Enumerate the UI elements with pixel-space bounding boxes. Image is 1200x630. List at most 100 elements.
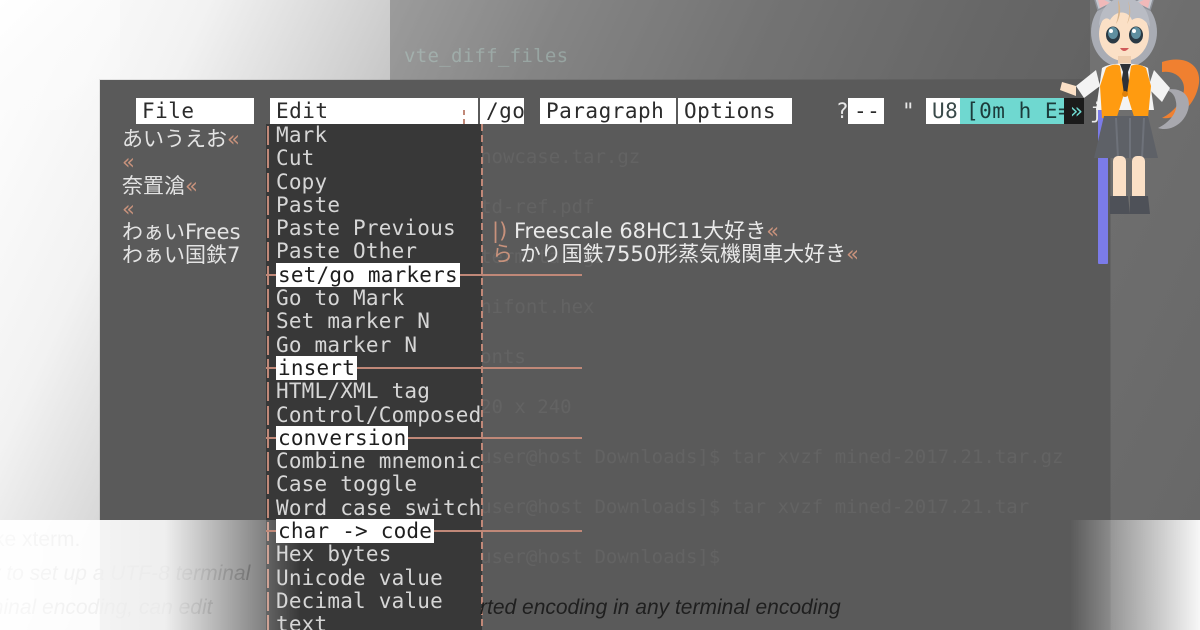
- menu-item-set-go-markers[interactable]: set/go markers: [266, 262, 582, 287]
- dropdown-right-rail: [481, 124, 483, 630]
- paragraph-mark: «: [185, 174, 198, 198]
- menu-item-combine-mnemonic[interactable]: Combine mnemonic: [266, 450, 482, 473]
- paragraph-mark: «: [846, 242, 859, 267]
- bg-line: unifont.hex: [468, 296, 595, 318]
- menu-item-rail-tick: [267, 335, 269, 355]
- menu-item-paste-other[interactable]: Paste Other: [266, 240, 482, 263]
- menu-item-rail-tick: [267, 405, 269, 425]
- menu-item-case-toggle[interactable]: Case toggle: [266, 473, 482, 496]
- left-row-text: わぁいFrees: [122, 221, 241, 245]
- menu-item-rail-tick: [267, 242, 269, 262]
- right-row: |) Freescale 68HC11大好き«: [492, 219, 1052, 243]
- menu-item-rail-tick: [267, 382, 269, 402]
- bg-term-line: vte_diff_files: [404, 45, 569, 67]
- right-row: ら かり国鉄7550形蒸気機関車大好き«: [492, 243, 1052, 266]
- menu-item-html-xml-tag[interactable]: HTML/XML tag: [266, 380, 482, 403]
- menu-item-label: Go marker N: [276, 332, 418, 357]
- bg-line: showcase.tar.gz: [468, 146, 641, 168]
- menu-item-char-code[interactable]: char -> code: [266, 519, 582, 544]
- menu-item-rail-tick: [267, 615, 269, 630]
- menu-item-rail-tick: [267, 498, 269, 518]
- menu-item-label: Decimal value: [276, 588, 443, 613]
- menu-item-insert[interactable]: insert: [266, 355, 582, 380]
- menu-item-rail-tick: [267, 126, 269, 145]
- menu-item-rail-tick: [267, 312, 269, 332]
- menu-item-go-marker-n[interactable]: Go marker N: [266, 332, 482, 357]
- left-row: わぁいFrees: [122, 221, 282, 244]
- menu-item-label: text: [276, 612, 328, 630]
- menu-file[interactable]: File: [136, 98, 254, 124]
- right-row-text: かり国鉄7550形蒸気機関車大好き: [519, 242, 847, 267]
- menu-item-rail-tick: [267, 172, 269, 192]
- bg-line: [user@host Downloads]$: [468, 546, 721, 568]
- menu-edit[interactable]: Edit: [270, 98, 478, 124]
- right-row-text: Freescale 68HC11大好き: [513, 219, 767, 243]
- menu-item-copy[interactable]: Copy: [266, 169, 482, 194]
- menu-item-mark[interactable]: Mark: [266, 123, 482, 147]
- row-prefix: ら: [492, 242, 513, 267]
- menu-item-unicode-value[interactable]: Unicode value: [266, 565, 482, 590]
- left-row-text: わぁい国鉄7: [122, 244, 241, 268]
- menu-dashes[interactable]: --: [848, 98, 884, 124]
- menu-item-label: set/go markers: [276, 262, 460, 287]
- menu-paragraph[interactable]: Paragraph: [540, 98, 676, 124]
- left-row-text: あいうえお: [122, 128, 227, 151]
- menu-item-label: Go to Mark: [276, 286, 405, 311]
- left-row: «: [122, 198, 282, 221]
- left-row-text: 奈置滄: [122, 174, 185, 198]
- edit-dropdown-menu[interactable]: Mark Cut Copy Paste Paste Previous Paste Othe…: [266, 123, 582, 630]
- menu-options[interactable]: Options: [678, 98, 792, 124]
- menu-item-rail-tick: [267, 452, 269, 472]
- menu-search-go[interactable]: /go: [480, 98, 525, 124]
- menu-item-label: Paste Previous: [276, 216, 456, 241]
- left-row: «: [122, 151, 282, 174]
- menu-item-label: Hex bytes: [276, 542, 392, 567]
- left-row: わぁい国鉄7: [122, 244, 282, 267]
- menu-item-paste[interactable]: Paste: [266, 192, 482, 217]
- bg-line: 320 x 240: [468, 396, 572, 418]
- bg-line: [user@host Downloads]$ tar xvzf mined-20…: [468, 446, 1064, 468]
- menu-item-rail-tick: [267, 219, 269, 239]
- left-row: あいうえお«: [122, 128, 282, 151]
- menu-item-hex-bytes[interactable]: Hex bytes: [266, 543, 482, 566]
- menu-item-control-composed[interactable]: Control/Composed: [266, 403, 482, 427]
- menu-item-text[interactable]: text: [266, 613, 482, 630]
- bg-line: std-ref.pdf: [468, 196, 595, 218]
- paragraph-mark: «: [122, 151, 135, 175]
- menu-item-rail-tick: [267, 568, 269, 588]
- bg-line: [user@host Downloads]$ tar xvzf mined-20…: [468, 496, 1030, 518]
- row-prefix: |): [492, 219, 508, 243]
- menu-item-label: insert: [276, 355, 358, 380]
- menu-item-set-marker-n[interactable]: Set marker N: [266, 310, 482, 333]
- menu-item-rail-tick: [267, 289, 269, 309]
- menu-item-label: char -> code: [276, 519, 435, 544]
- menu-item-label: Case toggle: [276, 472, 418, 497]
- paragraph-mark: «: [766, 219, 780, 243]
- menu-item-label: Mark: [276, 123, 328, 147]
- menu-item-cut[interactable]: Cut: [266, 147, 482, 170]
- menu-item-conversion[interactable]: conversion: [266, 425, 582, 450]
- left-text-column: あいうえお« « 奈置滄« « わぁいFrees わぁい国鉄7: [122, 128, 282, 268]
- menubar: File Edit /go Paragraph Options ? -- " "…: [100, 98, 1112, 126]
- paragraph-mark: «: [122, 197, 135, 221]
- menu-item-label: Word case switch: [276, 495, 482, 520]
- menu-item-label: Set marker N: [276, 309, 431, 334]
- menu-item-label: Unicode value: [276, 565, 443, 590]
- menu-item-label: Paste: [276, 192, 341, 217]
- menu-item-decimal-value[interactable]: Decimal value: [266, 588, 482, 613]
- menu-item-go-to-mark[interactable]: Go to Mark: [266, 286, 482, 311]
- cat-girl-mascot: [1058, 0, 1200, 240]
- menu-item-rail-tick: [267, 591, 269, 611]
- menu-item-rail-tick: [267, 149, 269, 169]
- menu-item-label: Combine mnemonic: [276, 449, 482, 474]
- right-text-column: |) Freescale 68HC11大好き« ら かり国鉄7550形蒸気機関車…: [492, 219, 1052, 267]
- left-row: 奈置滄«: [122, 175, 282, 198]
- menu-item-paste-previous[interactable]: Paste Previous: [266, 217, 482, 240]
- menu-item-rail-tick: [267, 475, 269, 495]
- menu-item-word-case-switch[interactable]: Word case switch: [266, 495, 482, 520]
- menu-item-label: Copy: [276, 169, 328, 194]
- menu-item-label: HTML/XML tag: [276, 379, 431, 404]
- menu-item-label: Cut: [276, 146, 315, 171]
- status-encoding[interactable]: U8: [926, 98, 960, 124]
- mascot-illustration: [1060, 0, 1200, 214]
